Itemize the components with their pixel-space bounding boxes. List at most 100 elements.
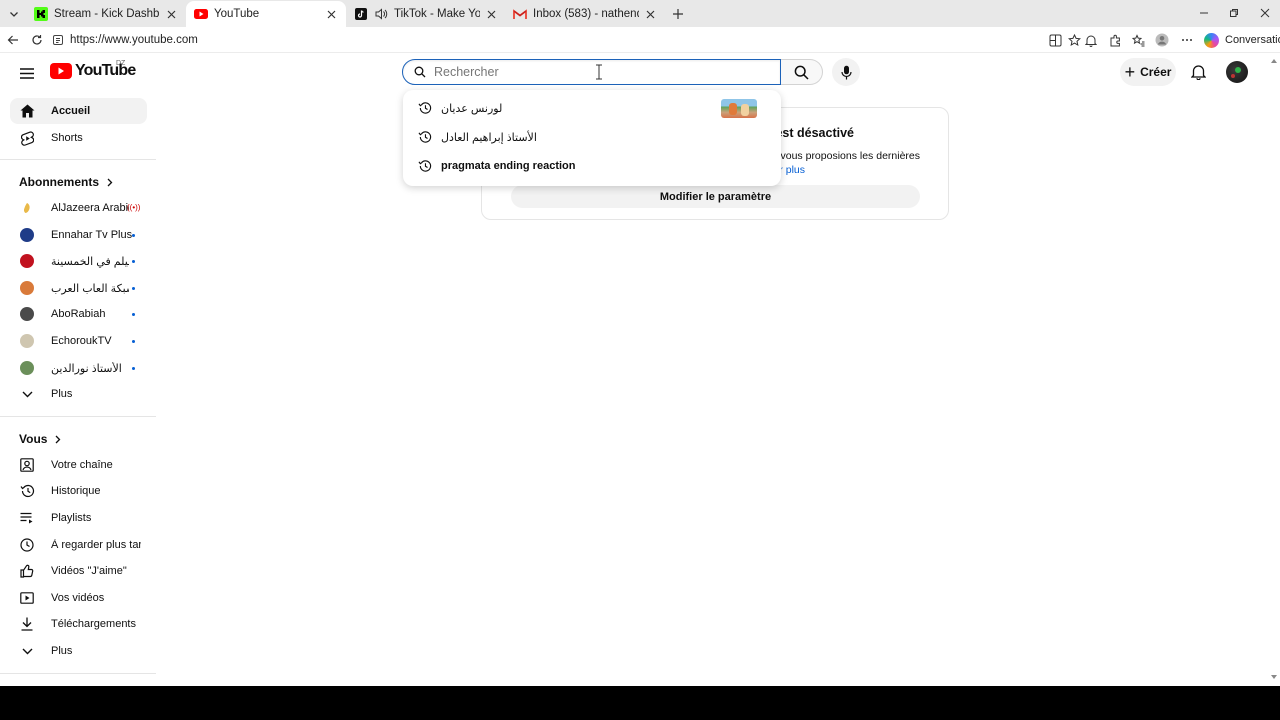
browser-tab-youtube[interactable]: YouTube bbox=[186, 1, 346, 27]
sidebar-item-you-more[interactable]: Plus bbox=[10, 638, 147, 664]
plus-icon bbox=[673, 9, 683, 19]
suggestion-thumbnail[interactable] bbox=[721, 99, 757, 118]
page-info-icon[interactable] bbox=[52, 34, 64, 46]
channel-avatar-ennahar bbox=[20, 228, 34, 242]
sidebar-item-your-videos[interactable]: Vos vidéos bbox=[10, 585, 147, 611]
browser-notifications-button[interactable] bbox=[1082, 31, 1100, 49]
sidebar-divider bbox=[0, 159, 156, 160]
page-scrollbar[interactable] bbox=[1268, 53, 1280, 685]
sidebar-item-label: Playlists bbox=[51, 512, 92, 524]
subscriptions-title: Abonnements bbox=[19, 175, 100, 189]
youtube-favicon-icon bbox=[194, 7, 208, 21]
split-screen-button[interactable] bbox=[1046, 31, 1064, 49]
new-tab-button[interactable] bbox=[668, 4, 688, 24]
profile-button[interactable] bbox=[1153, 31, 1171, 49]
close-icon[interactable] bbox=[164, 7, 178, 21]
voice-search-button[interactable] bbox=[832, 58, 860, 86]
browser-tab-gmail[interactable]: Inbox (583) - nathendreak2016@g bbox=[505, 1, 665, 27]
sidebar-item-history[interactable]: Historique bbox=[10, 478, 147, 504]
close-icon[interactable] bbox=[643, 7, 657, 21]
browser-tab-kick[interactable]: Stream - Kick Dashboard bbox=[26, 1, 186, 27]
new-content-dot bbox=[132, 287, 135, 290]
favorites-button[interactable] bbox=[1129, 31, 1147, 49]
your-channel-icon bbox=[19, 457, 35, 473]
sidebar-item-label: Historique bbox=[51, 485, 101, 497]
refresh-button[interactable] bbox=[27, 30, 47, 50]
browser-toolbar: https://www.youtube.com Conversation bbox=[0, 27, 1280, 53]
chevron-right-icon bbox=[107, 178, 113, 187]
minimize-button[interactable] bbox=[1188, 0, 1220, 26]
sidebar-item-playlists[interactable]: Playlists bbox=[10, 505, 147, 531]
tab-title: Stream - Kick Dashboard bbox=[54, 8, 160, 20]
close-icon[interactable] bbox=[484, 7, 498, 21]
sidebar-item-your-channel[interactable]: Votre chaîne bbox=[10, 452, 147, 478]
favorite-star-button[interactable] bbox=[1065, 31, 1083, 49]
search-icon bbox=[794, 65, 809, 80]
sidebar-item-subscription[interactable]: الأستاذ نورالدين bbox=[10, 355, 147, 381]
subscriptions-header[interactable]: Abonnements bbox=[19, 175, 113, 189]
sidebar-item-subscription[interactable]: Ennahar Tv Plus bbox=[10, 222, 147, 248]
address-bar[interactable]: https://www.youtube.com bbox=[52, 31, 1052, 49]
search-box[interactable] bbox=[402, 59, 781, 85]
live-indicator-icon: ((•)) bbox=[127, 203, 141, 212]
hamburger-menu-icon bbox=[20, 67, 34, 79]
sidebar-item-label: Téléchargements bbox=[51, 618, 136, 630]
downloads-icon bbox=[19, 616, 35, 632]
sidebar-item-subscription[interactable]: EchoroukTV bbox=[10, 328, 147, 354]
split-screen-icon bbox=[1049, 34, 1061, 46]
sidebar-item-watch-later[interactable]: À regarder plus tard bbox=[10, 532, 147, 558]
sidebar-item-downloads[interactable]: Téléchargements bbox=[10, 611, 147, 637]
suggestion-text: لورنس عديان bbox=[441, 102, 503, 115]
guide-menu-button[interactable] bbox=[16, 62, 38, 84]
close-icon[interactable] bbox=[324, 7, 338, 21]
sidebar-item-subscriptions-more[interactable]: Plus bbox=[10, 381, 147, 407]
sidebar-item-label: فيلم في الخمسينة bbox=[51, 255, 129, 268]
create-button[interactable]: + Créer bbox=[1120, 58, 1176, 86]
microphone-icon bbox=[840, 65, 852, 79]
sidebar-item-subscription[interactable]: AboRabiah bbox=[10, 301, 147, 327]
search-suggestion-item[interactable]: الأستاذ إبراهيم العادل bbox=[403, 123, 781, 151]
new-content-dot bbox=[132, 313, 135, 316]
search-button[interactable] bbox=[781, 59, 823, 85]
conversation-label: Conversation bbox=[1225, 34, 1280, 46]
close-icon bbox=[1260, 8, 1270, 18]
settings-more-button[interactable] bbox=[1178, 31, 1196, 49]
you-header[interactable]: Vous bbox=[19, 432, 61, 446]
sidebar-item-subscription[interactable]: شبكة العاب العرب | Ar... bbox=[10, 275, 147, 301]
sidebar-item-subscription[interactable]: AlJazeera Arabic... ((•)) bbox=[10, 195, 147, 221]
star-icon bbox=[1067, 33, 1081, 46]
sidebar-item-label: Plus bbox=[51, 645, 73, 657]
change-setting-button[interactable]: Modifier le paramètre bbox=[511, 185, 920, 208]
sidebar-item-shorts[interactable]: Shorts bbox=[10, 125, 147, 151]
notifications-button[interactable] bbox=[1187, 61, 1209, 83]
account-avatar[interactable] bbox=[1226, 61, 1248, 83]
puzzle-icon bbox=[1110, 34, 1120, 46]
sidebar-item-label: AlJazeera Arabic... bbox=[51, 202, 129, 214]
sidebar-item-subscription[interactable]: فيلم في الخمسينة bbox=[10, 248, 147, 274]
tab-title: YouTube bbox=[214, 8, 260, 20]
guide-sidebar: Accueil Shorts Abonnements AlJazeera Ara… bbox=[0, 93, 156, 685]
sidebar-divider bbox=[0, 673, 156, 674]
restore-icon bbox=[1230, 9, 1238, 17]
sidebar-item-liked-videos[interactable]: Vidéos "J'aime" bbox=[10, 558, 147, 584]
channel-avatar-arab-games bbox=[20, 281, 34, 295]
copilot-conversation-button[interactable]: Conversation bbox=[1204, 31, 1280, 49]
tab-list-button[interactable] bbox=[4, 4, 24, 24]
like-icon bbox=[19, 563, 35, 579]
extensions-button[interactable] bbox=[1106, 31, 1124, 49]
back-button[interactable] bbox=[3, 30, 23, 50]
search-suggestion-item[interactable]: pragmata ending reaction bbox=[403, 152, 781, 180]
sidebar-item-label: Plus bbox=[51, 388, 73, 400]
speaker-icon[interactable] bbox=[374, 7, 388, 21]
tiktok-favicon-icon bbox=[354, 7, 368, 21]
youtube-play-icon bbox=[50, 63, 72, 79]
browser-tab-tiktok[interactable]: TikTok - Make Your Day bbox=[346, 1, 506, 27]
restore-button[interactable] bbox=[1218, 0, 1250, 26]
close-window-button[interactable] bbox=[1249, 0, 1280, 26]
scroll-up-arrow-icon[interactable] bbox=[1271, 59, 1277, 63]
youtube-logo[interactable]: YouTube DZ bbox=[50, 60, 136, 80]
sidebar-item-home[interactable]: Accueil bbox=[10, 98, 147, 124]
scroll-down-arrow-icon[interactable] bbox=[1271, 675, 1277, 679]
tab-title: TikTok - Make Your Day bbox=[394, 8, 480, 20]
kick-favicon-icon bbox=[34, 7, 48, 21]
